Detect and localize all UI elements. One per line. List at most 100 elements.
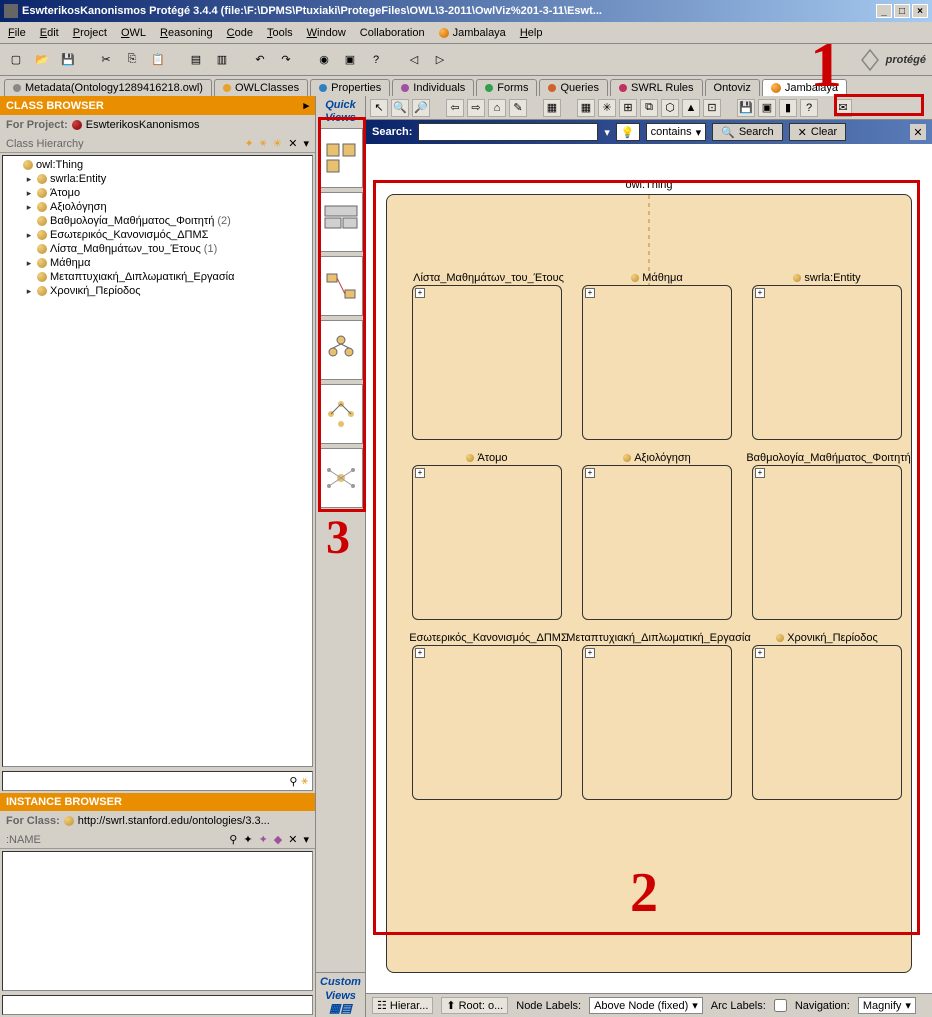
expand-arrow-icon[interactable]: ▸ bbox=[24, 188, 34, 199]
layout5-icon[interactable]: ⬡ bbox=[661, 99, 679, 117]
expand-node-icon[interactable]: + bbox=[415, 648, 425, 658]
class-tree[interactable]: owl:Thing▸swrla:Entity▸Άτομο▸ΑξιολόγησηΒ… bbox=[2, 155, 313, 767]
search-field[interactable] bbox=[418, 123, 598, 141]
expand-node-icon[interactable]: + bbox=[755, 648, 765, 658]
archive2-icon[interactable]: ▥ bbox=[212, 50, 232, 70]
expand-node-icon[interactable]: + bbox=[415, 288, 425, 298]
delete-icon[interactable]: ✕ bbox=[288, 137, 297, 150]
menu-edit[interactable]: Edit bbox=[40, 27, 59, 39]
search-button[interactable]: 🔍 Search bbox=[712, 123, 783, 141]
quick-view-6[interactable] bbox=[319, 448, 363, 508]
tree-row[interactable]: ▸Εσωτερικός_Κανονισμός_ΔΠΜΣ bbox=[5, 228, 310, 242]
tab-forms[interactable]: Forms bbox=[476, 79, 537, 96]
menu-reasoning[interactable]: Reasoning bbox=[160, 27, 213, 39]
search-icon[interactable]: ⚲ bbox=[289, 775, 297, 788]
tool3-icon[interactable]: ? bbox=[366, 50, 386, 70]
root-button[interactable]: ⬆ Root: o... bbox=[441, 997, 508, 1014]
tool-icon[interactable]: ☀ bbox=[272, 137, 282, 150]
collapse-icon[interactable]: ▸ bbox=[303, 99, 309, 112]
find-icon[interactable]: ⚹ bbox=[301, 775, 308, 788]
menu-jambalaya[interactable]: Jambalaya bbox=[439, 27, 506, 39]
root-node-box[interactable]: Λίστα_Μαθημάτων_του_Έτους+Μάθημα+swrla:E… bbox=[386, 194, 912, 973]
maximize-button[interactable]: □ bbox=[894, 4, 910, 18]
pointer-icon[interactable]: ↖ bbox=[370, 99, 388, 117]
menu-window[interactable]: Window bbox=[307, 27, 346, 39]
layout6-icon[interactable]: ▲ bbox=[682, 99, 700, 117]
forward-icon[interactable]: ⇨ bbox=[467, 99, 485, 117]
tab-properties[interactable]: Properties bbox=[310, 79, 390, 96]
quick-view-1[interactable] bbox=[319, 128, 363, 188]
tab-individuals[interactable]: Individuals bbox=[392, 79, 474, 96]
expand-node-icon[interactable]: + bbox=[585, 648, 595, 658]
menu-help[interactable]: Help bbox=[520, 27, 543, 39]
tab-owlclasses[interactable]: OWLClasses bbox=[214, 79, 308, 96]
tab-metadata[interactable]: Metadata(Ontology1289416218.owl) bbox=[4, 79, 212, 96]
class-search-input[interactable] bbox=[3, 772, 285, 790]
search-mode-dropdown[interactable]: contains ▾ bbox=[646, 123, 707, 141]
prev-icon[interactable]: ◁ bbox=[404, 50, 424, 70]
expand-node-icon[interactable]: + bbox=[585, 288, 595, 298]
dropdown-icon[interactable]: ▾ bbox=[303, 137, 309, 150]
menu-owl[interactable]: OWL bbox=[121, 27, 146, 39]
class-node[interactable]: Άτομο+ bbox=[412, 465, 562, 620]
class-node[interactable]: Χρονική_Περίοδος+ bbox=[752, 645, 902, 800]
new-icon[interactable]: ▢ bbox=[6, 50, 26, 70]
home-icon[interactable]: ⌂ bbox=[488, 99, 506, 117]
tool1-icon[interactable]: ◉ bbox=[314, 50, 334, 70]
tab-queries[interactable]: Queries bbox=[539, 79, 608, 96]
close-search-icon[interactable]: ✕ bbox=[910, 124, 926, 140]
expand-arrow-icon[interactable]: ▸ bbox=[24, 230, 34, 241]
tab-swrl[interactable]: SWRL Rules bbox=[610, 79, 703, 96]
class-node[interactable]: swrla:Entity+ bbox=[752, 285, 902, 440]
class-node[interactable]: Λίστα_Μαθημάτων_του_Έτους+ bbox=[412, 285, 562, 440]
expand-arrow-icon[interactable]: ▸ bbox=[24, 286, 34, 297]
tree-row[interactable]: ▸swrla:Entity bbox=[5, 172, 310, 186]
tree-row[interactable]: Μεταπτυχιακή_Διπλωματική_Εργασία bbox=[5, 270, 310, 284]
lightbulb-icon[interactable]: 💡 bbox=[616, 123, 640, 141]
tree-row[interactable]: owl:Thing bbox=[5, 158, 310, 172]
back-icon[interactable]: ⇦ bbox=[446, 99, 464, 117]
tool2-icon[interactable]: ▣ bbox=[340, 50, 360, 70]
class-node[interactable]: Εσωτερικός_Κανονισμός_ΔΠΜΣ+ bbox=[412, 645, 562, 800]
snapshot-icon[interactable]: ▣ bbox=[758, 99, 776, 117]
tree-row[interactable]: Λίστα_Μαθημάτων_του_Έτους (1) bbox=[5, 242, 310, 256]
open-icon[interactable]: 📂 bbox=[32, 50, 52, 70]
expand-node-icon[interactable]: + bbox=[415, 468, 425, 478]
expand-arrow-icon[interactable]: ▸ bbox=[24, 258, 34, 269]
copy-icon[interactable]: ⎘ bbox=[122, 50, 142, 70]
instance-list[interactable] bbox=[2, 851, 313, 991]
class-node[interactable]: Αξιολόγηση+ bbox=[582, 465, 732, 620]
film-icon[interactable]: ▮ bbox=[779, 99, 797, 117]
tool-icon[interactable]: ✎ bbox=[509, 99, 527, 117]
layout1-icon[interactable]: ▦ bbox=[577, 99, 595, 117]
class-node[interactable]: Βαθμολογία_Μαθήματος_Φοιτητή+ bbox=[752, 465, 902, 620]
menu-code[interactable]: Code bbox=[227, 27, 253, 39]
tree-row[interactable]: ▸Μάθημα bbox=[5, 256, 310, 270]
tree-row[interactable]: Βαθμολογία_Μαθήματος_Φοιτητή (2) bbox=[5, 214, 310, 228]
save-icon[interactable]: 💾 bbox=[58, 50, 78, 70]
node-labels-dropdown[interactable]: Above Node (fixed) ▾ bbox=[589, 997, 703, 1014]
expand-node-icon[interactable]: + bbox=[755, 288, 765, 298]
archive-icon[interactable]: ▤ bbox=[186, 50, 206, 70]
menu-file[interactable]: File bbox=[8, 27, 26, 39]
menu-collaboration[interactable]: Collaboration bbox=[360, 27, 425, 39]
expand-node-icon[interactable]: + bbox=[755, 468, 765, 478]
paste-icon[interactable]: 📋 bbox=[148, 50, 168, 70]
layout2-icon[interactable]: ✳ bbox=[598, 99, 616, 117]
layout7-icon[interactable]: ⊡ bbox=[703, 99, 721, 117]
next-icon[interactable]: ▷ bbox=[430, 50, 450, 70]
menu-tools[interactable]: Tools bbox=[267, 27, 293, 39]
tool-icon[interactable]: ⚲ bbox=[229, 833, 237, 846]
zoom-out-icon[interactable]: 🔎 bbox=[412, 99, 430, 117]
tool-icon[interactable]: ⚹ bbox=[260, 137, 267, 150]
tool-icon[interactable]: ✦ bbox=[259, 833, 268, 846]
navigation-dropdown[interactable]: Magnify ▾ bbox=[858, 997, 916, 1014]
tree-row[interactable]: ▸Χρονική_Περίοδος bbox=[5, 284, 310, 298]
zoom-in-icon[interactable]: 🔍 bbox=[391, 99, 409, 117]
class-node[interactable]: Μάθημα+ bbox=[582, 285, 732, 440]
save-icon[interactable]: 💾 bbox=[737, 99, 755, 117]
minimize-button[interactable]: _ bbox=[876, 4, 892, 18]
class-node[interactable]: Μεταπτυχιακή_Διπλωματική_Εργασία+ bbox=[582, 645, 732, 800]
quick-view-4[interactable] bbox=[319, 320, 363, 380]
layout3-icon[interactable]: ⊞ bbox=[619, 99, 637, 117]
